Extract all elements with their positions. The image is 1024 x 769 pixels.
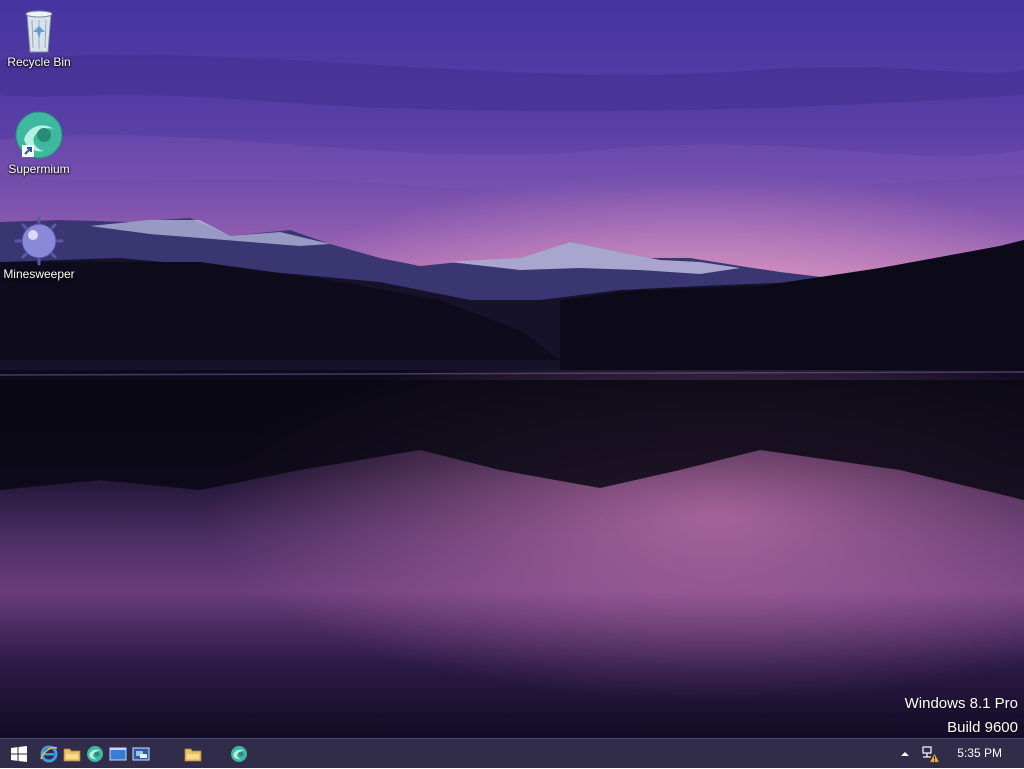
desktop-window-icon xyxy=(109,747,127,761)
taskbar-remote-desktop[interactable] xyxy=(130,739,152,769)
file-explorer-icon xyxy=(184,748,202,762)
taskbar-clock[interactable]: 5:35 PM xyxy=(957,739,1002,769)
taskbar-running-file-explorer[interactable] xyxy=(180,739,206,769)
taskbar-running-supermium[interactable] xyxy=(226,739,252,769)
chevron-up-icon xyxy=(901,752,909,756)
windows-version-watermark: Windows 8.1 Pro Build 9600 xyxy=(905,692,1018,740)
desktop-wallpaper xyxy=(0,0,1024,738)
desktop-icon-supermium[interactable]: Supermium xyxy=(1,111,77,176)
watermark-edition: Windows 8.1 Pro xyxy=(904,695,1018,712)
network-status-button[interactable] xyxy=(919,739,941,769)
taskbar-supermium[interactable] xyxy=(84,739,106,769)
windows-logo-icon xyxy=(11,746,27,762)
watermark-build: Build 9600 xyxy=(947,719,1018,736)
desktop-icon-label: Minesweeper xyxy=(3,267,75,281)
show-hidden-icons-button[interactable] xyxy=(897,739,913,769)
taskbar-internet-explorer[interactable] xyxy=(38,739,60,769)
minesweeper-mine-icon xyxy=(14,216,64,266)
taskbar-desktop-window[interactable] xyxy=(107,739,129,769)
desktop-icon-label: Supermium xyxy=(8,162,70,176)
network-warning-icon xyxy=(922,746,939,763)
supermium-icon xyxy=(231,746,247,762)
supermium-browser-icon xyxy=(15,111,63,159)
remote-desktop-icon xyxy=(132,747,150,761)
start-button[interactable] xyxy=(4,739,34,769)
desktop-icon-recycle-bin[interactable]: Recycle Bin xyxy=(1,6,77,69)
file-explorer-icon xyxy=(63,748,81,762)
taskbar: 5:35 PM xyxy=(0,738,1024,768)
recycle-bin-icon xyxy=(25,10,53,53)
desktop-icon-minesweeper[interactable]: Minesweeper xyxy=(1,216,77,281)
desktop-icon-label: Recycle Bin xyxy=(7,55,71,69)
internet-explorer-icon xyxy=(40,745,58,763)
taskbar-file-explorer[interactable] xyxy=(61,739,83,769)
supermium-icon xyxy=(87,746,103,762)
